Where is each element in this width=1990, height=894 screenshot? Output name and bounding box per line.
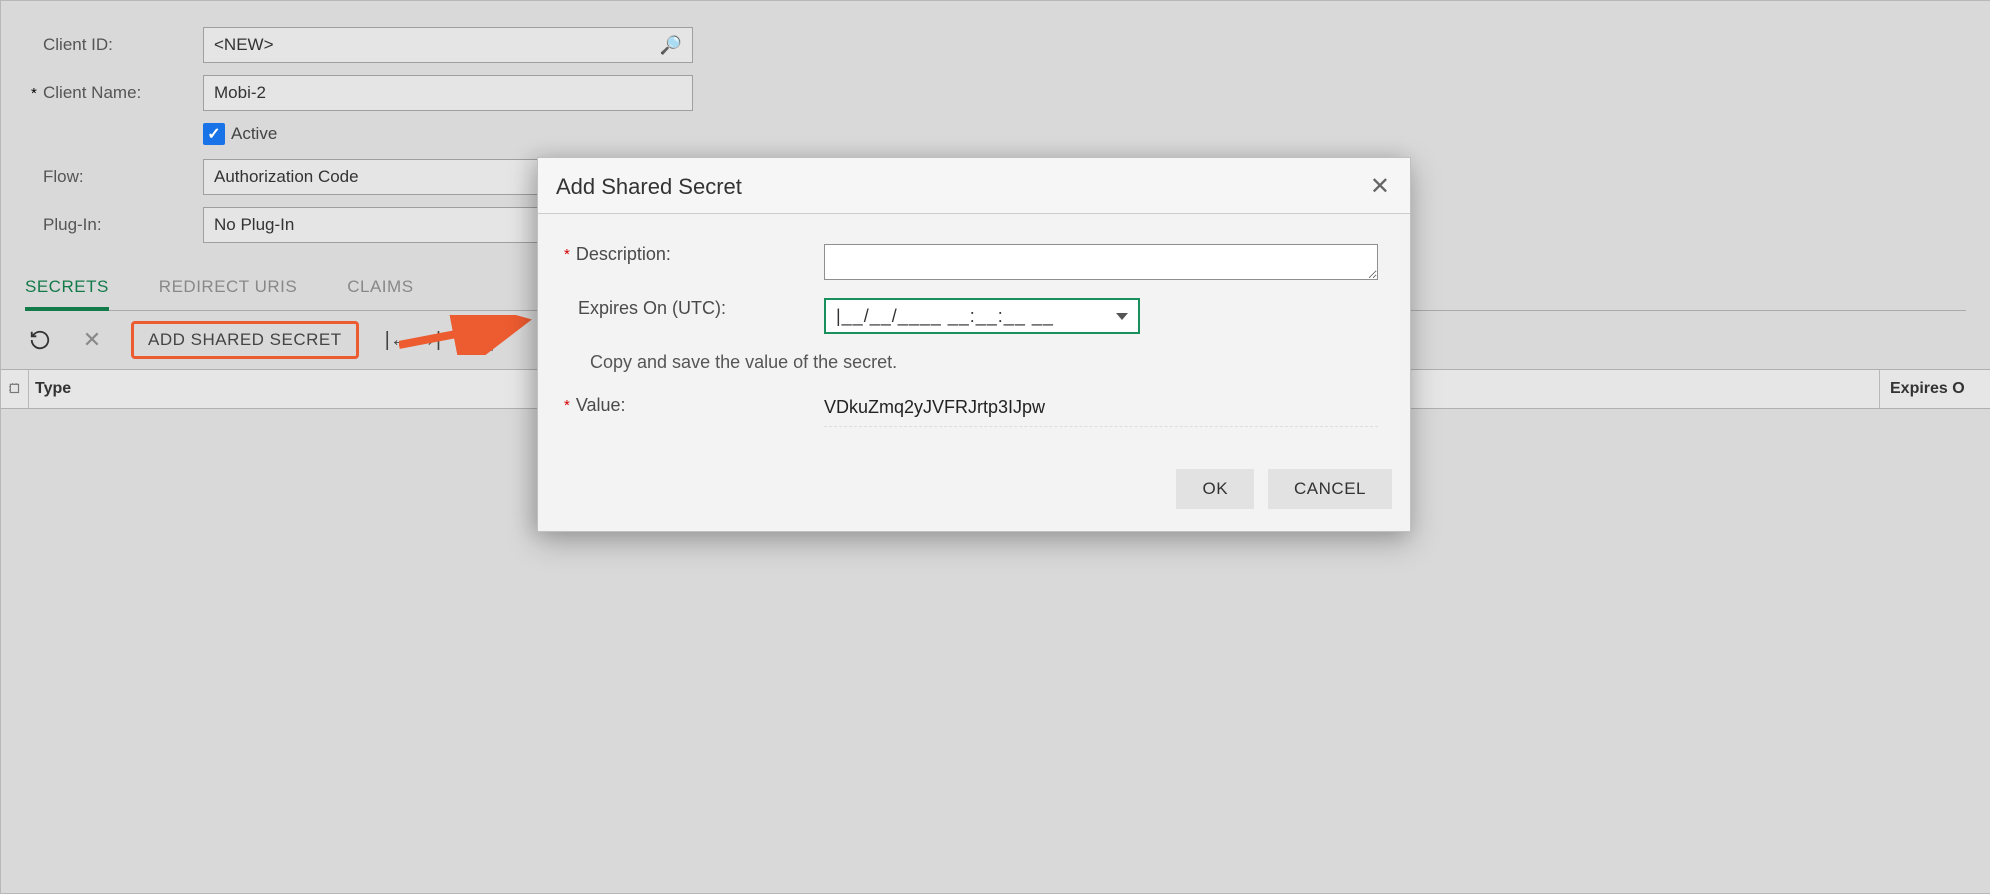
copy-secret-note: Copy and save the value of the secret.	[590, 352, 1384, 373]
add-shared-secret-dialog: Add Shared Secret ✕ * Description: Expir…	[537, 157, 1411, 532]
expires-placeholder: |__/__/____ __:__:__ __	[836, 306, 1054, 327]
ok-button[interactable]: OK	[1176, 469, 1254, 509]
tab-secrets[interactable]: SECRETS	[25, 267, 109, 311]
required-mark: *	[564, 246, 570, 263]
add-shared-secret-button[interactable]: ADD SHARED SECRET	[131, 321, 359, 359]
grid-select-all-icon[interactable]	[1, 370, 29, 408]
export-excel-icon[interactable]: X	[467, 329, 493, 351]
close-icon[interactable]: ✕	[1370, 172, 1390, 201]
dialog-title: Add Shared Secret	[556, 174, 742, 200]
client-id-value: <NEW>	[214, 35, 274, 55]
flow-label: Flow:	[43, 167, 203, 187]
description-input[interactable]	[824, 244, 1378, 280]
client-id-input[interactable]: <NEW> 🔍	[203, 27, 693, 63]
client-name-label: Client Name:	[43, 83, 203, 103]
expires-label: Expires On (UTC):	[578, 298, 726, 319]
grid-col-expires[interactable]: Expires O	[1880, 370, 1990, 408]
spacer	[31, 37, 41, 54]
secret-value: VDkuZmq2yJVFRJrtp3IJpw	[824, 395, 1378, 427]
clear-icon[interactable]: ✕	[79, 327, 105, 353]
required-mark: *	[564, 397, 570, 414]
client-id-label: Client ID:	[43, 35, 203, 55]
tab-redirect-uris[interactable]: REDIRECT URIS	[159, 267, 297, 310]
client-name-value: Mobi-2	[214, 83, 266, 103]
active-label: Active	[231, 124, 277, 144]
client-name-input[interactable]: Mobi-2	[203, 75, 693, 111]
chevron-down-icon[interactable]	[1116, 313, 1128, 320]
column-adjust-icon[interactable]: |←→|	[385, 329, 441, 352]
refresh-icon[interactable]	[27, 327, 53, 353]
plugin-value: No Plug-In	[214, 215, 294, 235]
search-icon[interactable]: 🔍	[660, 35, 682, 56]
description-label: Description:	[576, 244, 671, 265]
active-checkbox[interactable]: ✓	[203, 123, 225, 145]
required-mark: *	[31, 85, 41, 102]
spacer	[31, 217, 41, 234]
tab-claims[interactable]: CLAIMS	[347, 267, 413, 310]
spacer	[31, 169, 41, 186]
flow-value: Authorization Code	[214, 167, 359, 187]
value-label: Value:	[576, 395, 626, 416]
cancel-button[interactable]: CANCEL	[1268, 469, 1392, 509]
expires-datepicker[interactable]: |__/__/____ __:__:__ __	[824, 298, 1140, 334]
plugin-label: Plug-In:	[43, 215, 203, 235]
